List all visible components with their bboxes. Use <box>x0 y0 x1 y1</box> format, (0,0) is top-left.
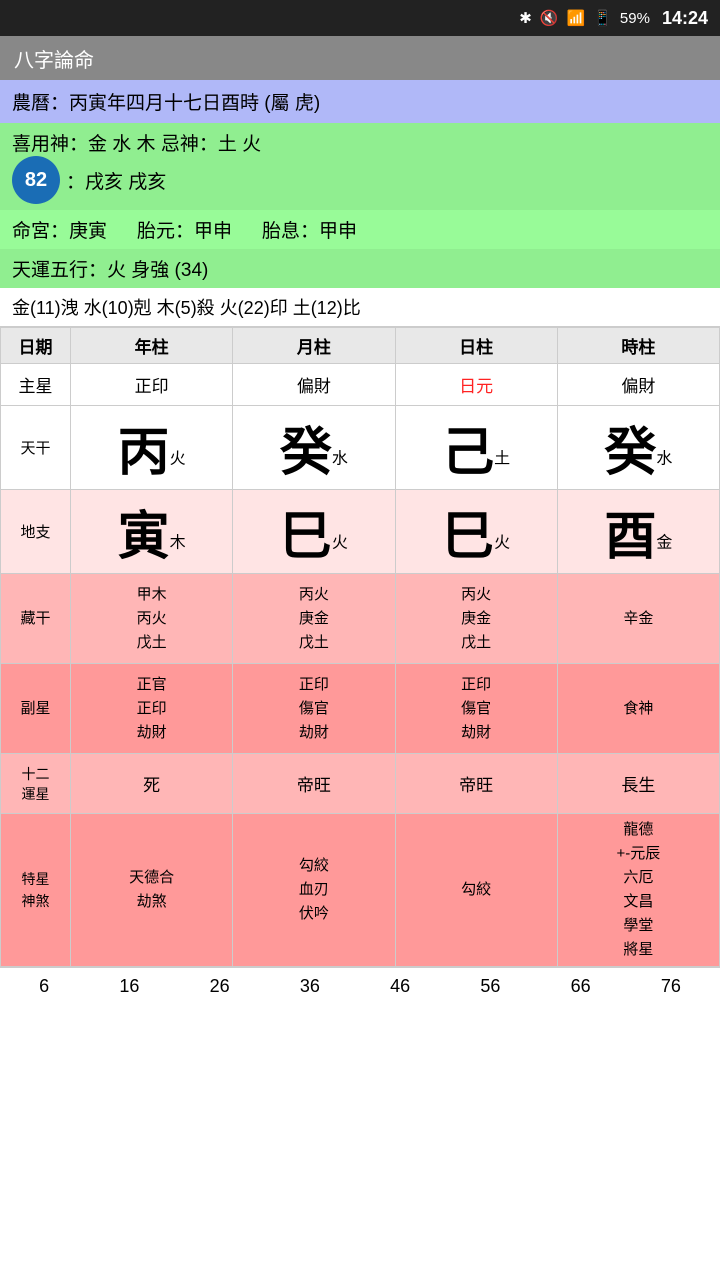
yunxing-col1: 死 <box>71 754 233 814</box>
shenyong-section: 喜用神：金 水 木 忌神：土 火 82 ：戌亥 戌亥 <box>0 123 720 210</box>
lunar-text: 農曆：丙寅年四月十七日酉時 (屬 虎) <box>12 93 320 114</box>
zanggan-label: 藏干 <box>1 574 71 664</box>
tiangan-col4-sub: 水 <box>656 451 672 468</box>
bottom-number: 6 <box>39 976 49 997</box>
texing-col1: 天德合 劫煞 <box>71 814 233 967</box>
header-rizhu: 日柱 <box>395 328 557 364</box>
tianyun-section: 天運五行：火 身強 (34) <box>0 249 720 288</box>
shenyong-text: 喜用神：金 水 木 忌神：土 火 <box>12 129 261 156</box>
texing-col3: 勾絞 <box>395 814 557 967</box>
zhuxing-row: 主星 正印 偏財 日元 偏財 <box>1 364 720 406</box>
fuxing-label: 副星 <box>1 664 71 754</box>
bottom-number: 26 <box>210 976 230 997</box>
tiangan-col1-sub: 火 <box>170 451 186 468</box>
taiyuan-text: 胎元：甲申 <box>137 216 232 243</box>
yunxing-col3: 帝旺 <box>395 754 557 814</box>
mingong-text: 命宮：庚寅 <box>12 216 107 243</box>
zhuxing-col3: 日元 <box>395 364 557 406</box>
signal-icon: 📱 <box>593 9 612 27</box>
bottom-number: 16 <box>119 976 139 997</box>
dizhi-col1: 寅木 <box>71 490 233 574</box>
shenyong-dizhi: ：戌亥 戌亥 <box>66 167 166 194</box>
bottom-number: 66 <box>571 976 591 997</box>
taixi-text: 胎息：甲申 <box>262 216 357 243</box>
bottom-number: 56 <box>480 976 500 997</box>
tiangan-col3: 己土 <box>395 406 557 490</box>
battery-text: 59% <box>620 10 650 27</box>
dizhi-col4: 酉金 <box>557 490 719 574</box>
fuxing-col4: 食神 <box>557 664 719 754</box>
texing-label: 特星 神煞 <box>1 814 71 967</box>
bottom-number: 76 <box>661 976 681 997</box>
header-yuezhu: 月柱 <box>233 328 395 364</box>
dizhi-col4-main: 酉 <box>604 508 656 566</box>
title-bar: 八字論命 <box>0 36 720 80</box>
zhuxing-col2: 偏財 <box>233 364 395 406</box>
table-header-row: 日期 年柱 月柱 日柱 時柱 <box>1 328 720 364</box>
fuxing-col2: 正印 傷官 劫財 <box>233 664 395 754</box>
status-bar: ✱ 🔇 📶 📱 59% 14:24 <box>0 0 720 36</box>
yunxing-row: 十二 運星 死 帝旺 帝旺 長生 <box>1 754 720 814</box>
dizhi-col2-main: 巳 <box>280 508 332 566</box>
tiangan-col1: 丙火 <box>71 406 233 490</box>
app-title: 八字論命 <box>14 44 94 73</box>
header-shizhu: 時柱 <box>557 328 719 364</box>
dizhi-label: 地支 <box>1 490 71 574</box>
tiangan-col3-sub: 土 <box>494 451 510 468</box>
zhuxing-col1: 正印 <box>71 364 233 406</box>
tiangan-col3-main: 己 <box>442 424 494 482</box>
zanggan-col4: 辛金 <box>557 574 719 664</box>
wuxing-section: 金(11)洩 水(10)剋 木(5)殺 火(22)印 土(12)比 <box>0 288 720 327</box>
zanggan-col3: 丙火 庚金 戊土 <box>395 574 557 664</box>
tiangan-col4: 癸水 <box>557 406 719 490</box>
header-label: 日期 <box>1 328 71 364</box>
dizhi-col4-sub: 金 <box>656 535 672 552</box>
dizhi-col3-sub: 火 <box>494 535 510 552</box>
zanggan-col2: 丙火 庚金 戊土 <box>233 574 395 664</box>
wifi-icon: 📶 <box>567 9 586 27</box>
bottom-number: 36 <box>300 976 320 997</box>
clock: 14:24 <box>662 8 708 29</box>
mute-icon: 🔇 <box>540 9 559 27</box>
wuxing-text: 金(11)洩 水(10)剋 木(5)殺 火(22)印 土(12)比 <box>12 298 361 318</box>
tiangan-col2-main: 癸 <box>280 424 332 482</box>
bottom-number: 46 <box>390 976 410 997</box>
tiangan-col1-main: 丙 <box>118 424 170 482</box>
score-badge: 82 <box>12 156 60 204</box>
bottom-numbers: 6 16 26 36 46 56 66 76 <box>0 967 720 1005</box>
yunxing-col2: 帝旺 <box>233 754 395 814</box>
zhuxing-col4: 偏財 <box>557 364 719 406</box>
fuxing-col3: 正印 傷官 劫財 <box>395 664 557 754</box>
shenyong-line2: 82 ：戌亥 戌亥 <box>12 156 708 204</box>
dizhi-col2: 巳火 <box>233 490 395 574</box>
tiangan-col2: 癸水 <box>233 406 395 490</box>
zanggan-row: 藏干 甲木 丙火 戊土 丙火 庚金 戊土 丙火 庚金 戊土 辛金 <box>1 574 720 664</box>
header-nianzhu: 年柱 <box>71 328 233 364</box>
zanggan-col1: 甲木 丙火 戊土 <box>71 574 233 664</box>
dizhi-col2-sub: 火 <box>332 535 348 552</box>
lunar-info: 農曆：丙寅年四月十七日酉時 (屬 虎) <box>0 80 720 123</box>
dizhi-row: 地支 寅木 巳火 巳火 酉金 <box>1 490 720 574</box>
yunxing-label: 十二 運星 <box>1 754 71 814</box>
tiangan-col2-sub: 水 <box>332 451 348 468</box>
dizhi-col3: 巳火 <box>395 490 557 574</box>
main-table: 日期 年柱 月柱 日柱 時柱 主星 正印 偏財 日元 偏財 天干 丙火 癸水 己… <box>0 327 720 967</box>
shenyong-line1: 喜用神：金 水 木 忌神：土 火 <box>12 129 708 156</box>
tiangan-label: 天干 <box>1 406 71 490</box>
yunxing-col4: 長生 <box>557 754 719 814</box>
texing-col2: 勾絞 血刃 伏吟 <box>233 814 395 967</box>
tiangan-col4-main: 癸 <box>604 424 656 482</box>
fuxing-col1: 正官 正印 劫財 <box>71 664 233 754</box>
texing-row: 特星 神煞 天德合 劫煞 勾絞 血刃 伏吟 勾絞 龍德 +-元辰 六厄 文昌 學… <box>1 814 720 967</box>
dizhi-col1-sub: 木 <box>170 535 186 552</box>
dizhi-col1-main: 寅 <box>118 508 170 566</box>
texing-col4: 龍德 +-元辰 六厄 文昌 學堂 將星 <box>557 814 719 967</box>
mingong-section: 命宮：庚寅 胎元：甲申 胎息：甲申 <box>0 210 720 249</box>
bluetooth-icon: ✱ <box>519 9 532 27</box>
tianyun-text: 天運五行：火 身強 (34) <box>12 260 208 281</box>
dizhi-col3-main: 巳 <box>442 508 494 566</box>
tiangan-row: 天干 丙火 癸水 己土 癸水 <box>1 406 720 490</box>
fuxing-row: 副星 正官 正印 劫財 正印 傷官 劫財 正印 傷官 劫財 食神 <box>1 664 720 754</box>
zhuxing-label: 主星 <box>1 364 71 406</box>
